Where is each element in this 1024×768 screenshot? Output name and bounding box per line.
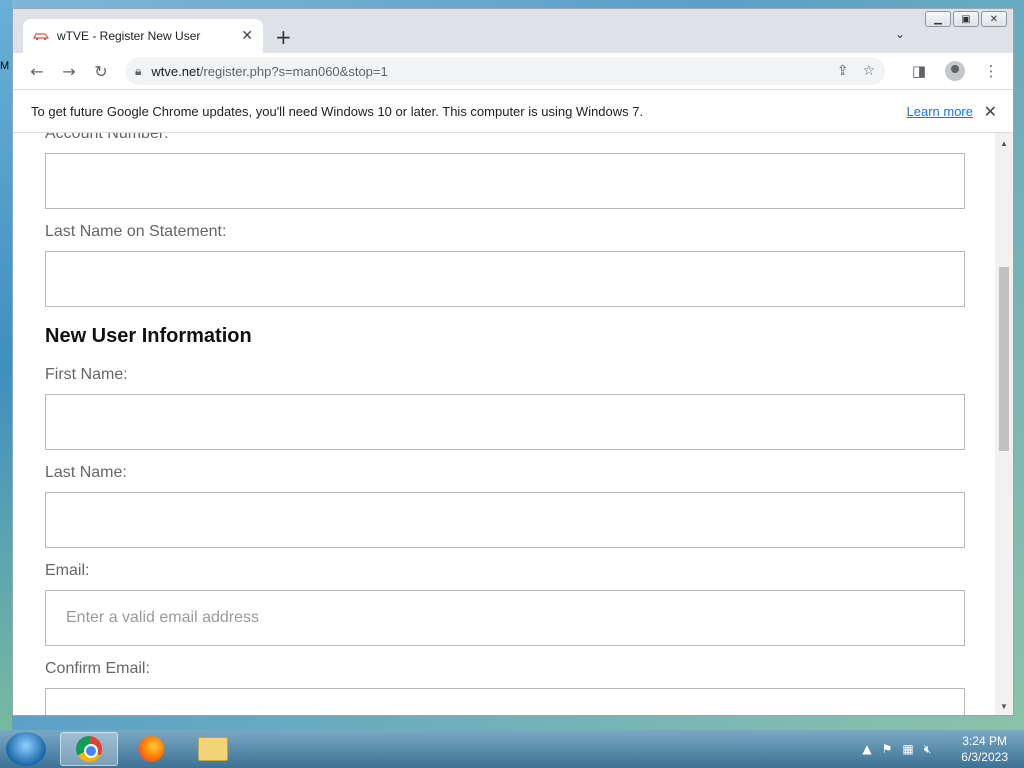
first-name-input[interactable]	[45, 394, 965, 450]
vertical-scrollbar[interactable]: ▲ ▼	[995, 133, 1013, 715]
last-name-statement-label: Last Name on Statement:	[45, 223, 227, 240]
minimize-button[interactable]: ▁	[925, 11, 951, 27]
volume-muted-icon[interactable]: 🔇︎	[924, 742, 932, 757]
url-host: wtve.net	[151, 63, 200, 79]
menu-kebab-icon[interactable]: ⋮	[977, 57, 1005, 85]
action-center-icon[interactable]: ⚑	[882, 742, 893, 756]
new-tab-button[interactable]: +	[275, 25, 292, 49]
folder-icon	[198, 737, 228, 761]
last-name-label: Last Name:	[45, 464, 127, 481]
email-label: Email:	[45, 562, 90, 579]
account-number-label: Account Number:	[45, 133, 169, 142]
chrome-icon	[76, 736, 102, 762]
section-title: New User Information	[45, 325, 252, 347]
confirm-email-label: Confirm Email:	[45, 660, 150, 677]
account-number-input[interactable]	[45, 153, 965, 209]
back-button[interactable]: ←	[21, 55, 53, 87]
browser-window: wTVE - Register New User ✕ + ⌄ ▁ ▣ ✕ ← →…	[12, 8, 1014, 716]
close-infobar-icon[interactable]: ✕	[984, 102, 997, 121]
update-infobar: To get future Google Chrome updates, you…	[13, 89, 1013, 133]
clock-date: 6/3/2023	[961, 750, 1008, 764]
share-icon[interactable]: ⇪	[837, 63, 849, 79]
taskbar-explorer[interactable]	[184, 732, 242, 766]
last-name-statement-input[interactable]	[45, 251, 965, 307]
clock-time: 3:24 PM	[962, 734, 1007, 748]
infobar-message: To get future Google Chrome updates, you…	[31, 103, 644, 119]
tray-expand-icon[interactable]: ▲	[862, 742, 871, 756]
close-tab-icon[interactable]: ✕	[241, 28, 253, 44]
forward-button[interactable]: →	[53, 55, 85, 87]
lock-icon: 🔒︎	[135, 63, 142, 78]
network-icon[interactable]: ▦	[902, 742, 913, 756]
tab-register[interactable]: wTVE - Register New User ✕	[23, 19, 263, 53]
avatar	[945, 61, 965, 81]
window-controls: ▁ ▣ ✕	[925, 11, 1007, 27]
scroll-up-icon[interactable]: ▲	[1000, 139, 1008, 148]
bookmark-star-icon[interactable]: ☆	[862, 63, 875, 79]
maximize-button[interactable]: ▣	[953, 11, 979, 27]
tab-title: wTVE - Register New User	[57, 29, 201, 43]
desktop-icon-label: M	[0, 60, 10, 72]
reload-button[interactable]: ↻	[85, 55, 117, 87]
browser-toolbar: ← → ↻ 🔒︎ wtve.net/register.php?s=man060&…	[13, 53, 1013, 89]
email-input[interactable]: Enter a valid email address	[45, 590, 965, 646]
taskbar-chrome[interactable]	[60, 732, 118, 766]
address-bar[interactable]: 🔒︎ wtve.net/register.php?s=man060&stop=1…	[125, 57, 885, 85]
registration-form: Account Number: Last Name on Statement: …	[45, 133, 965, 715]
learn-more-link[interactable]: Learn more	[907, 104, 973, 119]
start-button[interactable]	[6, 732, 46, 766]
tab-search-chevron-icon[interactable]: ⌄	[895, 27, 905, 41]
email-placeholder: Enter a valid email address	[66, 609, 259, 626]
scrollbar-thumb[interactable]	[999, 267, 1009, 451]
url-path: /register.php?s=man060&stop=1	[199, 63, 388, 79]
first-name-label: First Name:	[45, 366, 128, 383]
desktop-edge: M	[0, 0, 12, 730]
confirm-email-input[interactable]	[45, 688, 965, 715]
taskbar: ▲ ⚑ ▦ 🔇︎ 3:24 PM 6/3/2023	[0, 730, 1024, 768]
taskbar-firefox[interactable]	[122, 732, 180, 766]
close-window-button[interactable]: ✕	[981, 11, 1007, 27]
profile-button[interactable]	[941, 57, 969, 85]
firefox-icon	[138, 736, 164, 762]
scroll-down-icon[interactable]: ▼	[1000, 702, 1008, 711]
page-content: Account Number: Last Name on Statement: …	[13, 133, 996, 715]
car-icon	[33, 33, 49, 41]
side-panel-icon[interactable]: ◨	[905, 57, 933, 85]
clock[interactable]: 3:24 PM 6/3/2023	[961, 733, 1008, 765]
last-name-input[interactable]	[45, 492, 965, 548]
tab-strip: wTVE - Register New User ✕ + ⌄ ▁ ▣ ✕	[13, 9, 1013, 53]
system-tray: ▲ ⚑ ▦ 🔇︎ 3:24 PM 6/3/2023	[862, 730, 1024, 768]
